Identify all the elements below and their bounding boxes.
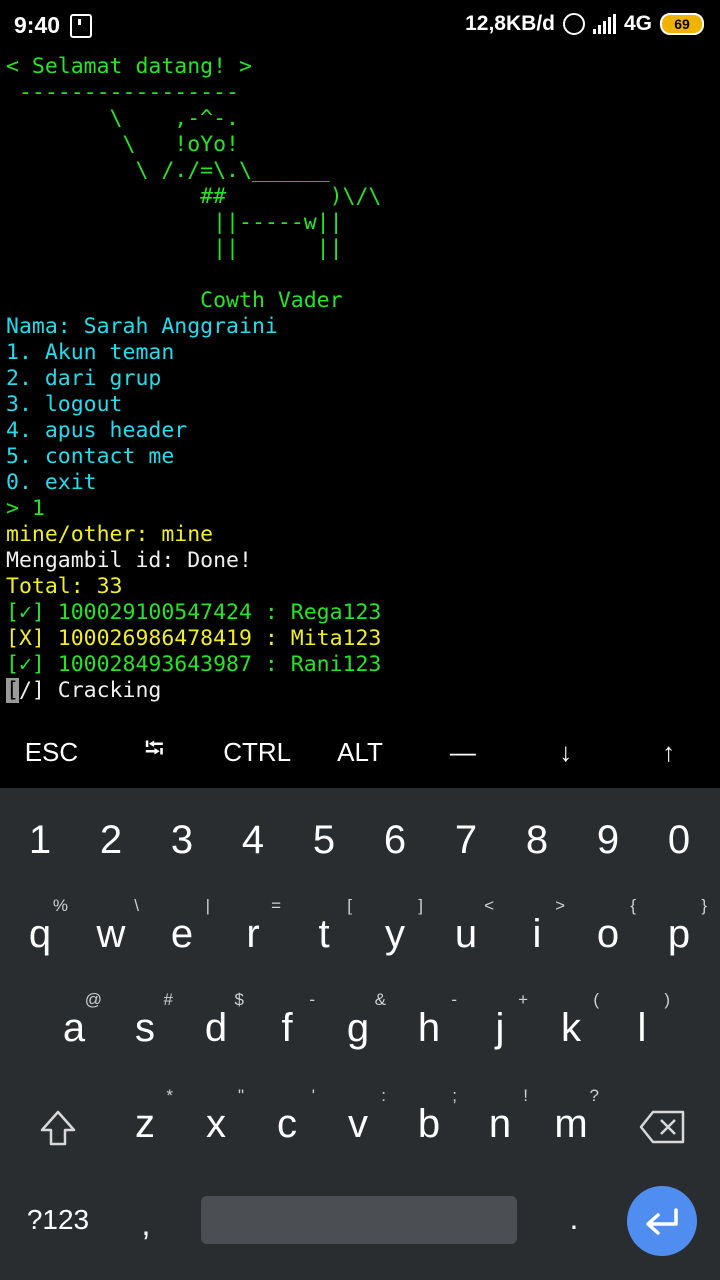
- status-time: 9:40: [14, 12, 61, 38]
- key-u[interactable]: u <: [430, 886, 502, 982]
- terminal-line: ## )\/\: [6, 184, 382, 209]
- terminal-line: 0. exit: [6, 470, 97, 495]
- terminal-line: -----------------: [6, 80, 239, 105]
- terminal-line: ||-----w||: [6, 210, 343, 235]
- enter-key[interactable]: [627, 1186, 697, 1256]
- terminal-line: Total: 33: [6, 574, 123, 599]
- terminal-line: > 1: [6, 496, 45, 521]
- terminal-line: 4. apus header: [6, 418, 188, 443]
- alt-key[interactable]: ALT: [309, 716, 412, 788]
- battery-level: 69: [674, 16, 690, 32]
- key-r[interactable]: r =: [217, 886, 289, 982]
- terminal-line: [X] 100026986478419 : Mita123: [6, 626, 382, 651]
- extra-keys-bar: ESC ⭾ CTRL ALT — ↓ ↑: [0, 716, 720, 788]
- terminal-line: 1. Akun teman: [6, 340, 175, 365]
- key-j[interactable]: j +: [464, 980, 536, 1076]
- backspace-icon: [639, 1110, 685, 1144]
- esc-key[interactable]: ESC: [0, 716, 103, 788]
- notification-icon: [70, 14, 92, 38]
- terminal-cursor-rest: /] Cracking: [18, 678, 162, 703]
- key-m[interactable]: m?: [535, 1076, 607, 1172]
- key-g[interactable]: g &: [322, 980, 394, 1076]
- terminal-line: Mengambil id: Done!: [6, 548, 252, 573]
- arrow-down-key[interactable]: ↓: [514, 716, 617, 788]
- key-s[interactable]: s #: [109, 980, 181, 1076]
- terminal-line: mine/other: mine: [6, 522, 214, 547]
- key-c[interactable]: c ': [251, 1076, 323, 1172]
- keyboard-row-3: z * x " c ' v: b; n! m?: [0, 1076, 720, 1172]
- terminal-line: [✓] 100028493643987 : Rani123: [6, 652, 382, 677]
- period-key[interactable]: .: [538, 1184, 610, 1254]
- shift-key[interactable]: [22, 1076, 94, 1172]
- keyboard-row-numbers: 1234567890: [0, 792, 720, 888]
- comma-key[interactable]: ,: [110, 1184, 182, 1254]
- key-o[interactable]: o{: [572, 886, 644, 982]
- key-w[interactable]: w \: [75, 886, 147, 982]
- terminal-line: [✓] 100029100547424 : Rega123: [6, 600, 382, 625]
- key-6[interactable]: 6: [359, 792, 431, 888]
- terminal-line: < Selamat datang! >: [6, 54, 252, 79]
- terminal-line: Cowth Vader: [6, 288, 343, 313]
- key-y[interactable]: y]: [359, 886, 431, 982]
- enter-icon: [646, 1208, 678, 1235]
- key-l[interactable]: l): [606, 980, 678, 1076]
- key-e[interactable]: e |: [146, 886, 218, 982]
- keyboard-row-2: a @ s # d $ f - g & h - j + k(l): [0, 980, 720, 1076]
- network-speed: 12,8KB/d: [465, 12, 555, 35]
- shift-icon: [40, 1110, 76, 1146]
- key-t[interactable]: t[: [288, 886, 360, 982]
- terminal-line: \ ,-^-.: [6, 106, 239, 131]
- signal-icon: [592, 14, 616, 34]
- dash-key[interactable]: —: [411, 716, 514, 788]
- terminal-output[interactable]: < Selamat datang! > ----------------- \ …: [6, 54, 714, 704]
- key-3[interactable]: 3: [146, 792, 218, 888]
- network-type: 4G: [623, 12, 652, 35]
- key-z[interactable]: z *: [109, 1076, 181, 1172]
- terminal-cursor: [: [6, 678, 19, 703]
- key-n[interactable]: n!: [464, 1076, 536, 1172]
- terminal-line: 2. dari grup: [6, 366, 162, 391]
- ctrl-key[interactable]: CTRL: [206, 716, 309, 788]
- terminal-line: \ /./=\.\______: [6, 158, 330, 183]
- key-2[interactable]: 2: [75, 792, 147, 888]
- status-right: 12,8KB/d 4G 69: [465, 12, 704, 36]
- backspace-key[interactable]: [626, 1076, 698, 1172]
- arrow-up-key[interactable]: ↑: [617, 716, 720, 788]
- status-bar: 9:40 12,8KB/d 4G 69: [0, 0, 720, 52]
- key-f[interactable]: f-: [251, 980, 323, 1076]
- key-q[interactable]: q%: [4, 886, 76, 982]
- tab-key[interactable]: ⭾: [103, 716, 206, 788]
- key-7[interactable]: 7: [430, 792, 502, 888]
- key-v[interactable]: v:: [322, 1076, 394, 1172]
- key-b[interactable]: b;: [393, 1076, 465, 1172]
- terminal-line: 3. logout: [6, 392, 123, 417]
- alarm-icon: [562, 13, 585, 35]
- key-a[interactable]: a @: [38, 980, 110, 1076]
- key-h[interactable]: h-: [393, 980, 465, 1076]
- key-5[interactable]: 5: [288, 792, 360, 888]
- terminal-line: \ !oYo!: [6, 132, 239, 157]
- terminal-line-current: [/] Cracking: [6, 678, 714, 704]
- key-9[interactable]: 9: [572, 792, 644, 888]
- key-0[interactable]: 0: [643, 792, 715, 888]
- key-4[interactable]: 4: [217, 792, 289, 888]
- key-k[interactable]: k(: [535, 980, 607, 1076]
- key-d[interactable]: d $: [180, 980, 252, 1076]
- terminal-line: Nama: Sarah Anggraini: [6, 314, 278, 339]
- key-x[interactable]: x ": [180, 1076, 252, 1172]
- soft-keyboard: 1234567890 q% w \ e | r = t[y] u < i > o{p} a @ s # d $ f -…: [0, 788, 720, 1280]
- terminal-line: 5. contact me: [6, 444, 175, 469]
- key-i[interactable]: i >: [501, 886, 573, 982]
- battery-icon: 69: [660, 13, 704, 35]
- key-p[interactable]: p}: [643, 886, 715, 982]
- keyboard-row-1: q% w \ e | r = t[y] u < i > o{p}: [0, 886, 720, 982]
- terminal-line: || ||: [6, 236, 343, 261]
- space-bar[interactable]: [201, 1196, 517, 1244]
- key-8[interactable]: 8: [501, 792, 573, 888]
- key-1[interactable]: 1: [4, 792, 76, 888]
- symbols-key[interactable]: ?123: [18, 1184, 98, 1254]
